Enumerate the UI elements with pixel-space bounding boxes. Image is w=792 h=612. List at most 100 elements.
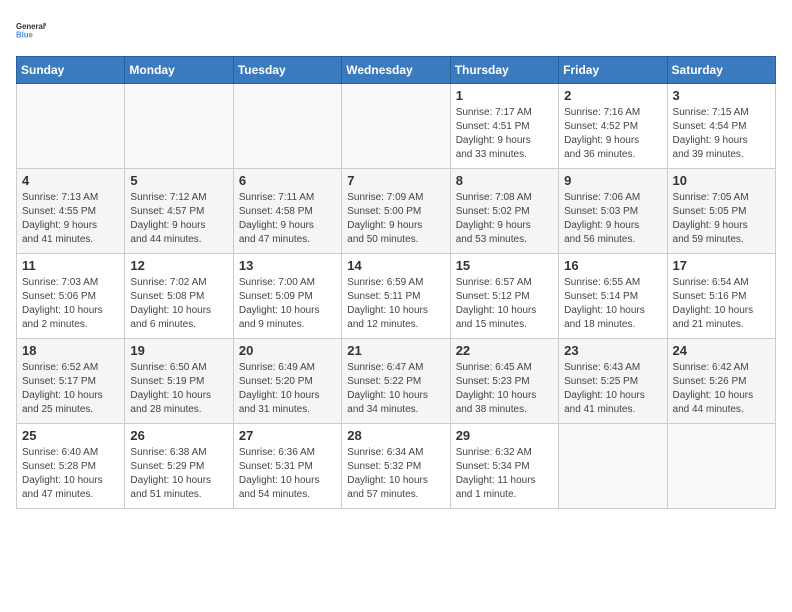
header-friday: Friday xyxy=(559,57,667,84)
day-number: 23 xyxy=(564,343,661,358)
day-info: Sunrise: 6:54 AM Sunset: 5:16 PM Dayligh… xyxy=(673,276,770,332)
day-info: Sunrise: 6:40 AM Sunset: 5:28 PM Dayligh… xyxy=(22,446,119,502)
day-info: Sunrise: 7:08 AM Sunset: 5:02 PM Dayligh… xyxy=(456,191,553,247)
header-sunday: Sunday xyxy=(17,57,125,84)
day-info: Sunrise: 7:05 AM Sunset: 5:05 PM Dayligh… xyxy=(673,191,770,247)
page-header: General Blue xyxy=(16,16,776,46)
calendar-cell: 19Sunrise: 6:50 AM Sunset: 5:19 PM Dayli… xyxy=(125,339,233,424)
header-wednesday: Wednesday xyxy=(342,57,450,84)
header-monday: Monday xyxy=(125,57,233,84)
day-info: Sunrise: 6:34 AM Sunset: 5:32 PM Dayligh… xyxy=(347,446,444,502)
day-number: 1 xyxy=(456,88,553,103)
day-info: Sunrise: 6:43 AM Sunset: 5:25 PM Dayligh… xyxy=(564,361,661,417)
day-number: 8 xyxy=(456,173,553,188)
day-info: Sunrise: 6:55 AM Sunset: 5:14 PM Dayligh… xyxy=(564,276,661,332)
day-number: 13 xyxy=(239,258,336,273)
day-info: Sunrise: 7:16 AM Sunset: 4:52 PM Dayligh… xyxy=(564,106,661,162)
svg-text:Blue: Blue xyxy=(16,30,34,39)
day-number: 11 xyxy=(22,258,119,273)
calendar-week-3: 11 Sunrise: 7:03 AM Sunset: 5:06 PM Dayli… xyxy=(17,254,776,339)
calendar-cell: 17 Sunrise: 6:54 AM Sunset: 5:16 PM Dayli… xyxy=(667,254,775,339)
calendar-cell: 28 Sunrise: 6:34 AM Sunset: 5:32 PM Dayli… xyxy=(342,424,450,509)
calendar-cell: 20 Sunrise: 6:49 AM Sunset: 5:20 PM Dayli… xyxy=(233,339,341,424)
calendar-cell: 18 Sunrise: 6:52 AM Sunset: 5:17 PM Dayli… xyxy=(17,339,125,424)
day-number: 18 xyxy=(22,343,119,358)
calendar-cell: 24Sunrise: 6:42 AM Sunset: 5:26 PM Dayli… xyxy=(667,339,775,424)
day-number: 21 xyxy=(347,343,444,358)
calendar-cell: 27 Sunrise: 6:36 AM Sunset: 5:31 PM Dayli… xyxy=(233,424,341,509)
calendar-cell xyxy=(559,424,667,509)
day-number: 12 xyxy=(130,258,227,273)
day-info: Sunrise: 6:52 AM Sunset: 5:17 PM Dayligh… xyxy=(22,361,119,417)
day-number: 15 xyxy=(456,258,553,273)
day-number: 3 xyxy=(673,88,770,103)
calendar-cell: 16Sunrise: 6:55 AM Sunset: 5:14 PM Dayli… xyxy=(559,254,667,339)
day-number: 5 xyxy=(130,173,227,188)
calendar-cell xyxy=(125,84,233,169)
day-info: Sunrise: 6:42 AM Sunset: 5:26 PM Dayligh… xyxy=(673,361,770,417)
day-info: Sunrise: 6:49 AM Sunset: 5:20 PM Dayligh… xyxy=(239,361,336,417)
calendar-week-1: 1 Sunrise: 7:17 AM Sunset: 4:51 PM Daylig… xyxy=(17,84,776,169)
calendar-header-row: SundayMondayTuesdayWednesdayThursdayFrid… xyxy=(17,57,776,84)
calendar-cell: 29Sunrise: 6:32 AM Sunset: 5:34 PM Dayli… xyxy=(450,424,558,509)
calendar-week-2: 4Sunrise: 7:13 AM Sunset: 4:55 PM Daylig… xyxy=(17,169,776,254)
day-number: 25 xyxy=(22,428,119,443)
day-number: 6 xyxy=(239,173,336,188)
logo: General Blue xyxy=(16,16,46,46)
day-number: 27 xyxy=(239,428,336,443)
calendar-cell xyxy=(17,84,125,169)
header-thursday: Thursday xyxy=(450,57,558,84)
logo-bird-icon: General Blue xyxy=(16,16,46,46)
day-number: 4 xyxy=(22,173,119,188)
day-info: Sunrise: 7:11 AM Sunset: 4:58 PM Dayligh… xyxy=(239,191,336,247)
day-info: Sunrise: 7:02 AM Sunset: 5:08 PM Dayligh… xyxy=(130,276,227,332)
calendar-cell: 3 Sunrise: 7:15 AM Sunset: 4:54 PM Daylig… xyxy=(667,84,775,169)
calendar-cell xyxy=(233,84,341,169)
calendar-cell: 7 Sunrise: 7:09 AM Sunset: 5:00 PM Daylig… xyxy=(342,169,450,254)
calendar-table: SundayMondayTuesdayWednesdayThursdayFrid… xyxy=(16,56,776,509)
day-info: Sunrise: 6:57 AM Sunset: 5:12 PM Dayligh… xyxy=(456,276,553,332)
day-info: Sunrise: 7:06 AM Sunset: 5:03 PM Dayligh… xyxy=(564,191,661,247)
day-number: 14 xyxy=(347,258,444,273)
calendar-week-4: 18 Sunrise: 6:52 AM Sunset: 5:17 PM Dayli… xyxy=(17,339,776,424)
calendar-week-5: 25 Sunrise: 6:40 AM Sunset: 5:28 PM Dayli… xyxy=(17,424,776,509)
day-info: Sunrise: 7:03 AM Sunset: 5:06 PM Dayligh… xyxy=(22,276,119,332)
calendar-cell: 11 Sunrise: 7:03 AM Sunset: 5:06 PM Dayli… xyxy=(17,254,125,339)
day-info: Sunrise: 7:17 AM Sunset: 4:51 PM Dayligh… xyxy=(456,106,553,162)
day-number: 29 xyxy=(456,428,553,443)
calendar-cell: 23 Sunrise: 6:43 AM Sunset: 5:25 PM Dayli… xyxy=(559,339,667,424)
calendar-cell: 12 Sunrise: 7:02 AM Sunset: 5:08 PM Dayli… xyxy=(125,254,233,339)
calendar-cell xyxy=(342,84,450,169)
day-info: Sunrise: 7:12 AM Sunset: 4:57 PM Dayligh… xyxy=(130,191,227,247)
day-info: Sunrise: 6:47 AM Sunset: 5:22 PM Dayligh… xyxy=(347,361,444,417)
day-number: 7 xyxy=(347,173,444,188)
day-number: 17 xyxy=(673,258,770,273)
day-number: 22 xyxy=(456,343,553,358)
calendar-cell: 14 Sunrise: 6:59 AM Sunset: 5:11 PM Dayli… xyxy=(342,254,450,339)
calendar-cell: 26 Sunrise: 6:38 AM Sunset: 5:29 PM Dayli… xyxy=(125,424,233,509)
calendar-cell: 21 Sunrise: 6:47 AM Sunset: 5:22 PM Dayli… xyxy=(342,339,450,424)
calendar-cell: 6 Sunrise: 7:11 AM Sunset: 4:58 PM Daylig… xyxy=(233,169,341,254)
calendar-cell: 2Sunrise: 7:16 AM Sunset: 4:52 PM Daylig… xyxy=(559,84,667,169)
day-info: Sunrise: 7:15 AM Sunset: 4:54 PM Dayligh… xyxy=(673,106,770,162)
calendar-cell: 25 Sunrise: 6:40 AM Sunset: 5:28 PM Dayli… xyxy=(17,424,125,509)
day-info: Sunrise: 6:50 AM Sunset: 5:19 PM Dayligh… xyxy=(130,361,227,417)
day-info: Sunrise: 7:09 AM Sunset: 5:00 PM Dayligh… xyxy=(347,191,444,247)
day-info: Sunrise: 6:59 AM Sunset: 5:11 PM Dayligh… xyxy=(347,276,444,332)
calendar-cell: 13 Sunrise: 7:00 AM Sunset: 5:09 PM Dayli… xyxy=(233,254,341,339)
calendar-cell: 15 Sunrise: 6:57 AM Sunset: 5:12 PM Dayli… xyxy=(450,254,558,339)
calendar-cell: 1 Sunrise: 7:17 AM Sunset: 4:51 PM Daylig… xyxy=(450,84,558,169)
day-number: 20 xyxy=(239,343,336,358)
header-tuesday: Tuesday xyxy=(233,57,341,84)
day-info: Sunrise: 7:00 AM Sunset: 5:09 PM Dayligh… xyxy=(239,276,336,332)
calendar-cell xyxy=(667,424,775,509)
calendar-cell: 22 Sunrise: 6:45 AM Sunset: 5:23 PM Dayli… xyxy=(450,339,558,424)
day-info: Sunrise: 6:45 AM Sunset: 5:23 PM Dayligh… xyxy=(456,361,553,417)
day-info: Sunrise: 6:38 AM Sunset: 5:29 PM Dayligh… xyxy=(130,446,227,502)
day-info: Sunrise: 6:36 AM Sunset: 5:31 PM Dayligh… xyxy=(239,446,336,502)
header-saturday: Saturday xyxy=(667,57,775,84)
calendar-cell: 8 Sunrise: 7:08 AM Sunset: 5:02 PM Daylig… xyxy=(450,169,558,254)
day-number: 28 xyxy=(347,428,444,443)
day-number: 26 xyxy=(130,428,227,443)
day-number: 10 xyxy=(673,173,770,188)
